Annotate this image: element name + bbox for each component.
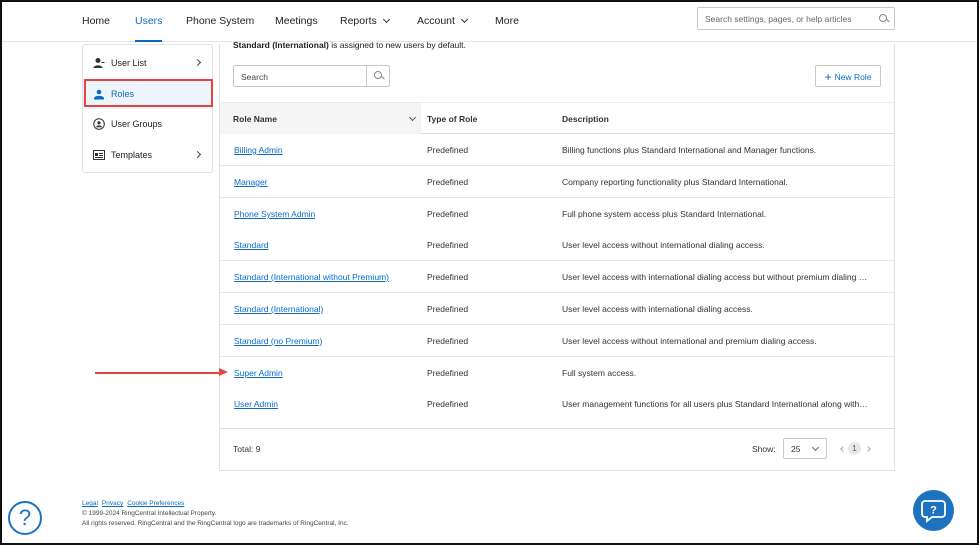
role-type: Predefined (427, 336, 469, 346)
table-row: Manager Predefined Company reporting fun… (220, 166, 894, 198)
role-name-link[interactable]: Phone System Admin (234, 209, 315, 219)
role-name-link[interactable]: Manager (234, 177, 268, 187)
nav-reports-label: Reports (340, 15, 377, 27)
role-name-link[interactable]: Standard (234, 240, 269, 250)
sidebar-item-user-list[interactable]: User List (83, 48, 212, 78)
page-size-select[interactable]: 25 (783, 438, 827, 459)
roles-search[interactable] (233, 65, 390, 87)
roles-table-header: Role Name Type of Role Description (220, 102, 894, 134)
default-role-note: Standard (International) is assigned to … (233, 40, 466, 50)
nav-more[interactable]: More (495, 2, 519, 42)
column-header-type[interactable]: Type of Role (427, 114, 477, 124)
legal-links: Legal Privacy Cookie Preferences (82, 500, 188, 507)
table-row: Phone System Admin Predefined Full phone… (220, 198, 894, 230)
annotation-arrow-head (219, 368, 228, 376)
role-description: User level access with international dia… (562, 304, 753, 314)
roles-icon (94, 89, 104, 100)
role-type: Predefined (427, 177, 469, 187)
role-type: Predefined (427, 145, 469, 155)
role-name-link[interactable]: Billing Admin (234, 145, 283, 155)
current-page-button[interactable]: 1 (848, 442, 861, 455)
role-description: User level access with international dia… (562, 272, 868, 282)
role-type: Predefined (427, 368, 469, 378)
annotation-arrow-line (95, 372, 220, 374)
role-type: Predefined (427, 209, 469, 219)
roles-search-button[interactable] (366, 66, 389, 86)
total-count: Total: 9 (233, 444, 261, 454)
sidebar-item-label: Roles (111, 89, 135, 99)
role-description: Billing functions plus Standard Internat… (562, 145, 817, 155)
role-name-link[interactable]: User Admin (234, 399, 278, 409)
global-search[interactable] (697, 7, 895, 30)
svg-text:?: ? (930, 505, 937, 517)
role-description: User management functions for all users … (562, 399, 868, 409)
nav-home[interactable]: Home (82, 2, 110, 42)
nav-account-label: Account (417, 15, 455, 27)
global-search-input[interactable] (705, 12, 875, 26)
chevron-right-icon (193, 150, 202, 159)
role-description: Company reporting functionality plus Sta… (562, 177, 788, 187)
user-list-icon (93, 58, 105, 68)
legal-link[interactable]: Legal (82, 500, 98, 507)
privacy-link[interactable]: Privacy (102, 500, 123, 507)
table-row: Standard (no Premium) Predefined User le… (220, 325, 894, 357)
role-description: User level access without international … (562, 336, 817, 346)
chevron-down-icon (382, 15, 390, 24)
default-role-text: is assigned to new users by default. (328, 40, 466, 50)
help-question-icon[interactable]: ? (8, 501, 42, 535)
roles-search-input[interactable] (241, 70, 361, 83)
chevron-down-icon (460, 15, 468, 24)
table-row: Super Admin Predefined Full system acces… (220, 357, 894, 389)
new-role-button[interactable]: + New Role (815, 65, 881, 87)
users-sidebar: User List Roles User Groups Templates (82, 44, 213, 173)
table-row: User Admin Predefined User management fu… (220, 388, 894, 420)
table-row: Standard (International) Predefined User… (220, 293, 894, 325)
table-row: Standard Predefined User level access wi… (220, 229, 894, 261)
role-name-link[interactable]: Standard (International without Premium) (234, 272, 389, 282)
role-type: Predefined (427, 304, 469, 314)
copyright-text: © 1999-2024 RingCentral Intellectual Pro… (82, 510, 217, 517)
role-name-link[interactable]: Standard (no Premium) (234, 336, 322, 346)
sidebar-item-label: User List (111, 58, 147, 68)
role-type: Predefined (427, 240, 469, 250)
templates-icon (93, 150, 105, 160)
role-description: Full system access. (562, 368, 637, 378)
plus-icon: + (824, 70, 832, 84)
search-icon (374, 71, 383, 80)
sidebar-item-roles[interactable]: Roles (83, 79, 212, 109)
nav-phone-system[interactable]: Phone System (186, 2, 254, 42)
nav-meetings[interactable]: Meetings (275, 2, 318, 42)
sidebar-item-label: User Groups (111, 119, 163, 129)
sidebar-item-user-groups[interactable]: User Groups (83, 109, 212, 139)
table-row: Standard (International without Premium)… (220, 261, 894, 293)
page-size-value: 25 (791, 444, 801, 454)
sidebar-item-templates[interactable]: Templates (83, 140, 212, 170)
nav-reports[interactable]: Reports (340, 2, 390, 42)
support-chat-button[interactable]: ? (913, 490, 954, 531)
role-name-link[interactable]: Super Admin (234, 368, 283, 378)
user-groups-icon (93, 118, 105, 130)
nav-users[interactable]: Users (135, 2, 163, 42)
role-type: Predefined (427, 272, 469, 282)
page-size-label: Show: (752, 444, 776, 454)
column-header-description[interactable]: Description (562, 114, 609, 124)
role-type: Predefined (427, 399, 469, 409)
default-role-name: Standard (International) (233, 40, 329, 50)
role-description: User level access without international … (562, 240, 765, 250)
role-name-link[interactable]: Standard (International) (234, 304, 323, 314)
trademark-text: All rights reserved. RingCentral and the… (82, 520, 349, 527)
search-icon[interactable] (879, 14, 888, 23)
chevron-right-icon (193, 58, 202, 67)
cookie-preferences-link[interactable]: Cookie Preferences (127, 500, 184, 507)
support-chat-icon: ? (921, 500, 946, 523)
new-role-label: New Role (834, 72, 872, 82)
sidebar-item-label: Templates (111, 150, 153, 160)
role-description: Full phone system access plus Standard I… (562, 209, 767, 219)
nav-account[interactable]: Account (417, 2, 468, 42)
column-header-role-name[interactable]: Role Name (233, 114, 277, 124)
chevron-down-icon (811, 443, 820, 452)
table-row: Billing Admin Predefined Billing functio… (220, 134, 894, 166)
